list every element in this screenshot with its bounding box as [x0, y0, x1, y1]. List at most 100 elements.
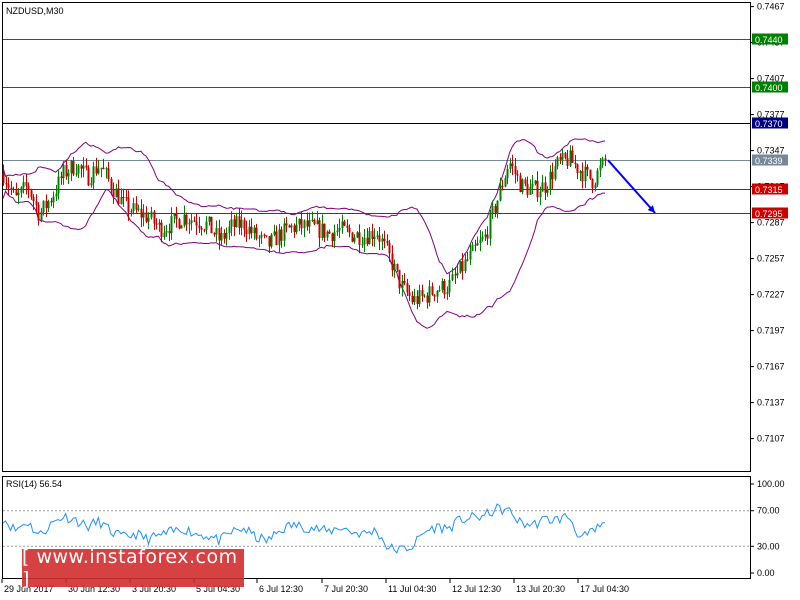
price-line-label-5: 0.7295 [755, 209, 783, 219]
candle-body [443, 280, 446, 295]
chart-title: NZDUSD,M30 [6, 6, 64, 16]
candle-body [556, 157, 559, 167]
candle-body [5, 182, 8, 185]
candle-body [464, 259, 467, 271]
candle-body [235, 216, 238, 227]
candle-body [368, 231, 371, 245]
candle-body [509, 163, 512, 169]
candle-body [160, 222, 163, 238]
candle-body [454, 274, 457, 276]
candle-body [559, 157, 562, 160]
candle-body [260, 234, 263, 238]
candle-body [47, 201, 50, 209]
candle-body [250, 226, 253, 234]
candle-body [521, 179, 524, 192]
candle-body [290, 225, 293, 228]
candle-body [321, 223, 324, 238]
candle-body [170, 216, 173, 234]
time-tick-label-5: 7 Jul 20:30 [324, 584, 368, 594]
candle-body [205, 221, 208, 230]
candle-body [506, 168, 509, 179]
candle-body [331, 233, 334, 242]
candle-body [456, 272, 459, 276]
candle-body [265, 235, 268, 237]
price-tick-label-11: 0.7137 [757, 398, 785, 408]
candle-body [233, 219, 236, 227]
candle-body [539, 191, 542, 198]
candle-body [574, 162, 577, 165]
candle-body [306, 220, 309, 227]
candle-body [333, 232, 336, 242]
candle-body [501, 185, 504, 187]
candle-body [180, 225, 183, 229]
candle-body [346, 225, 349, 229]
candle-body [278, 229, 281, 246]
candle-body [398, 269, 401, 289]
price-tick-label-6: 0.7287 [757, 218, 785, 228]
rsi-tick-label-2: 30.00 [757, 541, 780, 551]
candle-body [298, 218, 301, 225]
candle-body [446, 292, 449, 295]
candle-body [594, 184, 597, 189]
price-tick-label-4: 0.7347 [757, 146, 785, 156]
candle-body [448, 279, 451, 293]
candle-body [135, 203, 138, 210]
candle-body [55, 193, 58, 197]
candle-body [599, 165, 602, 171]
candle-body [486, 234, 489, 239]
candle-body [576, 164, 579, 174]
candle-body [85, 165, 88, 168]
candle-body [474, 244, 477, 246]
candle-body [218, 227, 221, 241]
candle-body [366, 237, 369, 245]
candle-body [428, 286, 431, 303]
candle-body [288, 225, 291, 228]
candle-body [203, 229, 206, 231]
candle-body [373, 236, 376, 240]
candle-body [413, 296, 416, 303]
candle-body [536, 180, 539, 198]
candle-body [240, 219, 243, 228]
candle-body [303, 220, 306, 229]
candle-body [97, 168, 100, 174]
candle-body [52, 196, 55, 203]
candle-body [122, 196, 125, 198]
candle-body [132, 203, 135, 212]
chart-background [0, 0, 800, 600]
price-line-label-1: 0.7400 [755, 83, 783, 93]
candle-body [245, 229, 248, 235]
candle-body [223, 233, 226, 239]
rsi-tick-label-3: 0.00 [757, 568, 775, 578]
candle-body [308, 220, 311, 227]
candle-body [433, 294, 436, 297]
price-line-label-4: 0.7315 [755, 185, 783, 195]
candle-body [326, 231, 329, 238]
candle-body [479, 239, 482, 244]
candle-body [551, 171, 554, 180]
candle-body [544, 182, 547, 193]
candle-body [75, 173, 78, 175]
candle-body [584, 166, 587, 182]
candle-body [421, 290, 424, 296]
candle-body [489, 212, 492, 239]
candle-body [516, 174, 519, 176]
candle-body [406, 283, 409, 293]
candle-body [311, 219, 314, 221]
candle-body [496, 200, 499, 213]
candle-body [70, 160, 73, 174]
candle-body [285, 223, 288, 226]
candle-body [45, 200, 48, 209]
price-tick-label-8: 0.7227 [757, 290, 785, 300]
candle-body [586, 166, 589, 170]
candle-body [100, 167, 103, 169]
candle-body [117, 188, 120, 205]
candle-body [208, 216, 211, 222]
candle-body [125, 197, 128, 199]
candle-body [130, 211, 133, 213]
candle-body [391, 253, 394, 271]
candle-body [158, 222, 161, 225]
candle-body [388, 242, 391, 254]
candle-body [481, 236, 484, 240]
candle-body [411, 295, 414, 303]
candle-body [185, 214, 188, 225]
